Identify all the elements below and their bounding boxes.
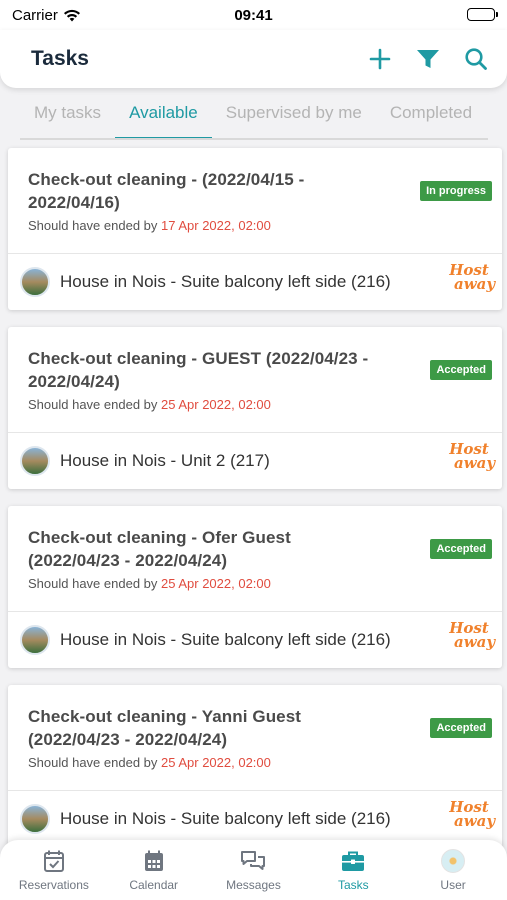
nav-label: Reservations — [18, 878, 89, 892]
tab-completed[interactable]: Completed — [376, 92, 486, 138]
nav-label: Calendar — [129, 878, 179, 892]
property-thumbnail — [20, 804, 50, 834]
task-card[interactable]: Check-out cleaning - Yanni Guest (2022/0… — [8, 685, 502, 847]
task-deadline-line: Should have ended by 25 Apr 2022, 02:00 — [28, 755, 382, 770]
tab-available[interactable]: Available — [115, 92, 212, 138]
nav-label: Tasks — [337, 878, 369, 892]
logo-line-2: away — [454, 275, 496, 293]
wifi-icon — [63, 9, 80, 21]
task-property-row[interactable]: House in Nois - Suite balcony left side … — [8, 791, 502, 847]
task-card-header[interactable]: Check-out cleaning - GUEST (2022/04/23 -… — [8, 327, 502, 433]
deadline-date: 25 Apr 2022, 02:00 — [161, 576, 271, 591]
nav-label: Messages — [226, 878, 281, 892]
status-badge: Accepted — [430, 360, 492, 380]
hostaway-logo: Host away — [446, 442, 496, 478]
carrier-label: Carrier — [12, 6, 58, 24]
task-card[interactable]: Check-out cleaning - (2022/04/15 - 2022/… — [8, 148, 502, 310]
chat-bubbles-icon — [240, 848, 266, 874]
task-property-row[interactable]: House in Nois - Suite balcony left side … — [8, 612, 502, 668]
deadline-date: 25 Apr 2022, 02:00 — [161, 397, 271, 412]
user-avatar-icon — [441, 848, 466, 874]
status-badge: In progress — [420, 181, 492, 201]
task-deadline-line: Should have ended by 25 Apr 2022, 02:00 — [28, 397, 382, 412]
deadline-date: 25 Apr 2022, 02:00 — [161, 755, 271, 770]
page-title: Tasks — [31, 47, 89, 70]
nav-reservations[interactable]: Reservations — [4, 848, 104, 892]
logo-line-2: away — [454, 633, 496, 651]
deadline-prefix: Should have ended by — [28, 755, 161, 770]
task-tabs: My tasks Available Supervised by me Comp… — [20, 92, 488, 140]
task-card-header[interactable]: Check-out cleaning - Ofer Guest (2022/04… — [8, 506, 502, 612]
header-actions — [367, 46, 489, 72]
task-title: Check-out cleaning - Yanni Guest (2022/0… — [28, 707, 302, 749]
app-header: Tasks — [0, 30, 507, 88]
deadline-prefix: Should have ended by — [28, 576, 161, 591]
task-card-header[interactable]: Check-out cleaning - Yanni Guest (2022/0… — [8, 685, 502, 791]
task-title: Check-out cleaning - GUEST (2022/04/23 -… — [28, 349, 369, 391]
property-thumbnail — [20, 267, 50, 297]
logo-line-2: away — [454, 454, 496, 472]
filter-icon[interactable] — [415, 46, 441, 72]
status-bar: Carrier 09:41 — [0, 0, 507, 30]
plus-icon[interactable] — [367, 46, 393, 72]
logo-line-2: away — [454, 812, 496, 830]
nav-tasks[interactable]: Tasks — [303, 848, 403, 892]
nav-label: User — [440, 878, 466, 892]
property-name: House in Nois - Suite balcony left side … — [60, 630, 391, 649]
carrier: Carrier — [12, 7, 81, 24]
task-title: Check-out cleaning - Ofer Guest (2022/04… — [28, 528, 291, 570]
hostaway-logo: Host away — [446, 800, 496, 836]
hostaway-logo: Host away — [446, 621, 496, 657]
deadline-prefix: Should have ended by — [28, 218, 161, 233]
property-name: House in Nois - Suite balcony left side … — [60, 272, 391, 291]
briefcase-icon — [341, 848, 365, 874]
property-name: House in Nois - Unit 2 (217) — [60, 451, 270, 470]
tab-supervised-by-me[interactable]: Supervised by me — [212, 92, 376, 138]
search-icon[interactable] — [463, 46, 489, 72]
status-badge: Accepted — [430, 539, 492, 559]
nav-calendar[interactable]: Calendar — [104, 848, 204, 892]
task-card[interactable]: Check-out cleaning - GUEST (2022/04/23 -… — [8, 327, 502, 489]
task-property-row[interactable]: House in Nois - Suite balcony left side … — [8, 254, 502, 310]
property-thumbnail — [20, 446, 50, 476]
bottom-nav: Reservations Calendar Messages Tasks Use… — [0, 840, 507, 900]
deadline-date: 17 Apr 2022, 02:00 — [161, 218, 271, 233]
calendar-grid-icon — [143, 848, 165, 874]
nav-messages[interactable]: Messages — [204, 848, 304, 892]
task-deadline-line: Should have ended by 17 Apr 2022, 02:00 — [28, 218, 382, 233]
hostaway-logo: Host away — [446, 263, 496, 299]
task-card-header[interactable]: Check-out cleaning - (2022/04/15 - 2022/… — [8, 148, 502, 254]
task-list: Check-out cleaning - (2022/04/15 - 2022/… — [8, 148, 502, 864]
status-badge: Accepted — [430, 718, 492, 738]
battery-icon — [467, 8, 498, 21]
tab-my-tasks[interactable]: My tasks — [20, 92, 115, 138]
property-name: House in Nois - Suite balcony left side … — [60, 809, 391, 828]
deadline-prefix: Should have ended by — [28, 397, 161, 412]
property-thumbnail — [20, 625, 50, 655]
nav-user[interactable]: User — [403, 848, 503, 892]
task-property-row[interactable]: House in Nois - Unit 2 (217) Host away — [8, 433, 502, 489]
calendar-check-icon — [43, 848, 65, 874]
task-card[interactable]: Check-out cleaning - Ofer Guest (2022/04… — [8, 506, 502, 668]
task-deadline-line: Should have ended by 25 Apr 2022, 02:00 — [28, 576, 382, 591]
task-title: Check-out cleaning - (2022/04/15 - 2022/… — [28, 170, 305, 212]
